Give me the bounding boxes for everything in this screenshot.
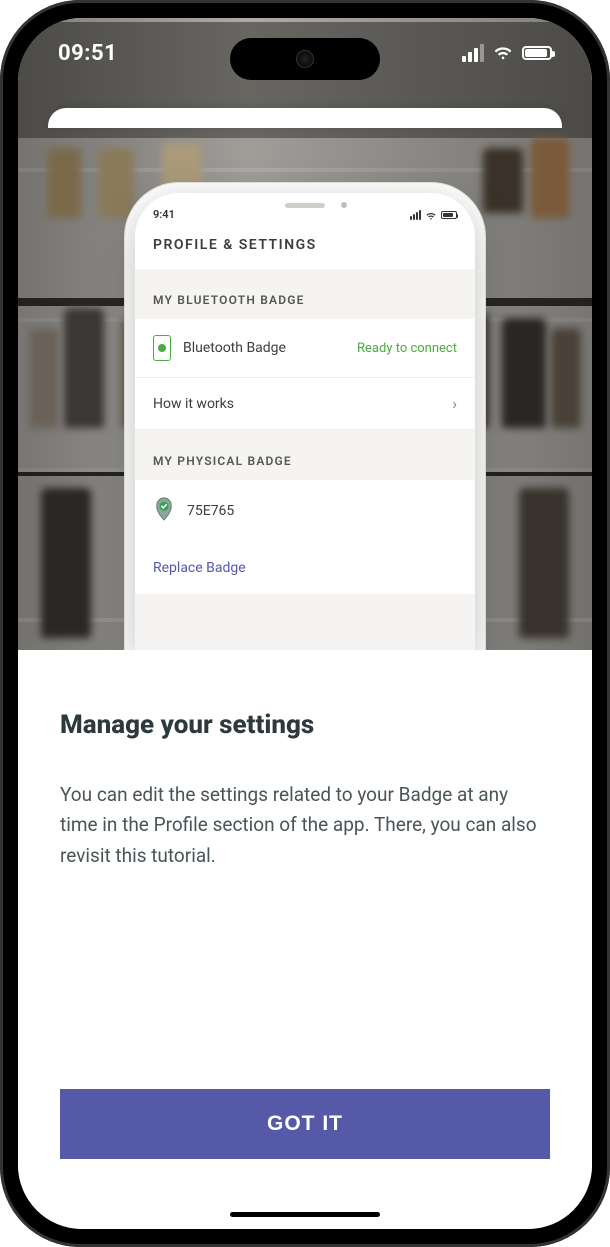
bluetooth-badge-icon <box>153 335 171 361</box>
inner-notch <box>235 193 375 217</box>
bluetooth-badge-label: Bluetooth Badge <box>183 340 345 356</box>
inner-cellular-icon <box>410 210 421 220</box>
inner-battery-icon <box>441 211 457 219</box>
replace-badge-label: Replace Badge <box>153 560 246 576</box>
how-it-works-label: How it works <box>153 396 440 412</box>
section-bluetooth-badge: MY BLUETOOTH BADGE <box>135 269 475 319</box>
row-bluetooth-badge[interactable]: Bluetooth Badge Ready to connect <box>135 319 475 378</box>
got-it-label: GOT IT <box>267 1112 343 1136</box>
battery-icon <box>522 46 552 60</box>
device-frame: 09:51 9:41 <box>0 0 610 1247</box>
wifi-icon <box>492 40 514 66</box>
tutorial-sheet: Manage your settings You can edit the se… <box>18 650 592 1229</box>
background-card-peek <box>48 108 562 128</box>
sheet-title: Manage your settings <box>60 710 550 740</box>
camera-icon <box>296 50 314 68</box>
got-it-button[interactable]: GOT IT <box>60 1089 550 1159</box>
physical-badge-icon <box>153 496 175 526</box>
row-how-it-works[interactable]: How it works › <box>135 378 475 430</box>
inner-wifi-icon <box>425 209 437 221</box>
physical-badge-id: 75E765 <box>187 503 234 519</box>
row-physical-badge[interactable]: 75E765 <box>135 480 475 542</box>
section-physical-badge: MY PHYSICAL BADGE <box>135 430 475 480</box>
inner-status-time: 9:41 <box>153 208 175 221</box>
bluetooth-badge-status: Ready to connect <box>357 341 457 356</box>
sheet-body: You can edit the settings related to you… <box>60 780 550 871</box>
status-time: 09:51 <box>58 41 117 66</box>
dynamic-island <box>230 38 380 80</box>
cellular-icon <box>462 44 484 62</box>
inner-page-title: PROFILE & SETTINGS <box>135 223 475 269</box>
chevron-right-icon: › <box>452 394 457 413</box>
screen: 09:51 9:41 <box>18 18 592 1229</box>
inner-phone-mockup: 9:41 PROFILE & SETTINGS MY BLUETOOTH BAD… <box>135 193 475 653</box>
replace-badge-link[interactable]: Replace Badge <box>135 542 475 594</box>
status-icons <box>462 40 552 66</box>
home-indicator[interactable] <box>230 1212 380 1217</box>
